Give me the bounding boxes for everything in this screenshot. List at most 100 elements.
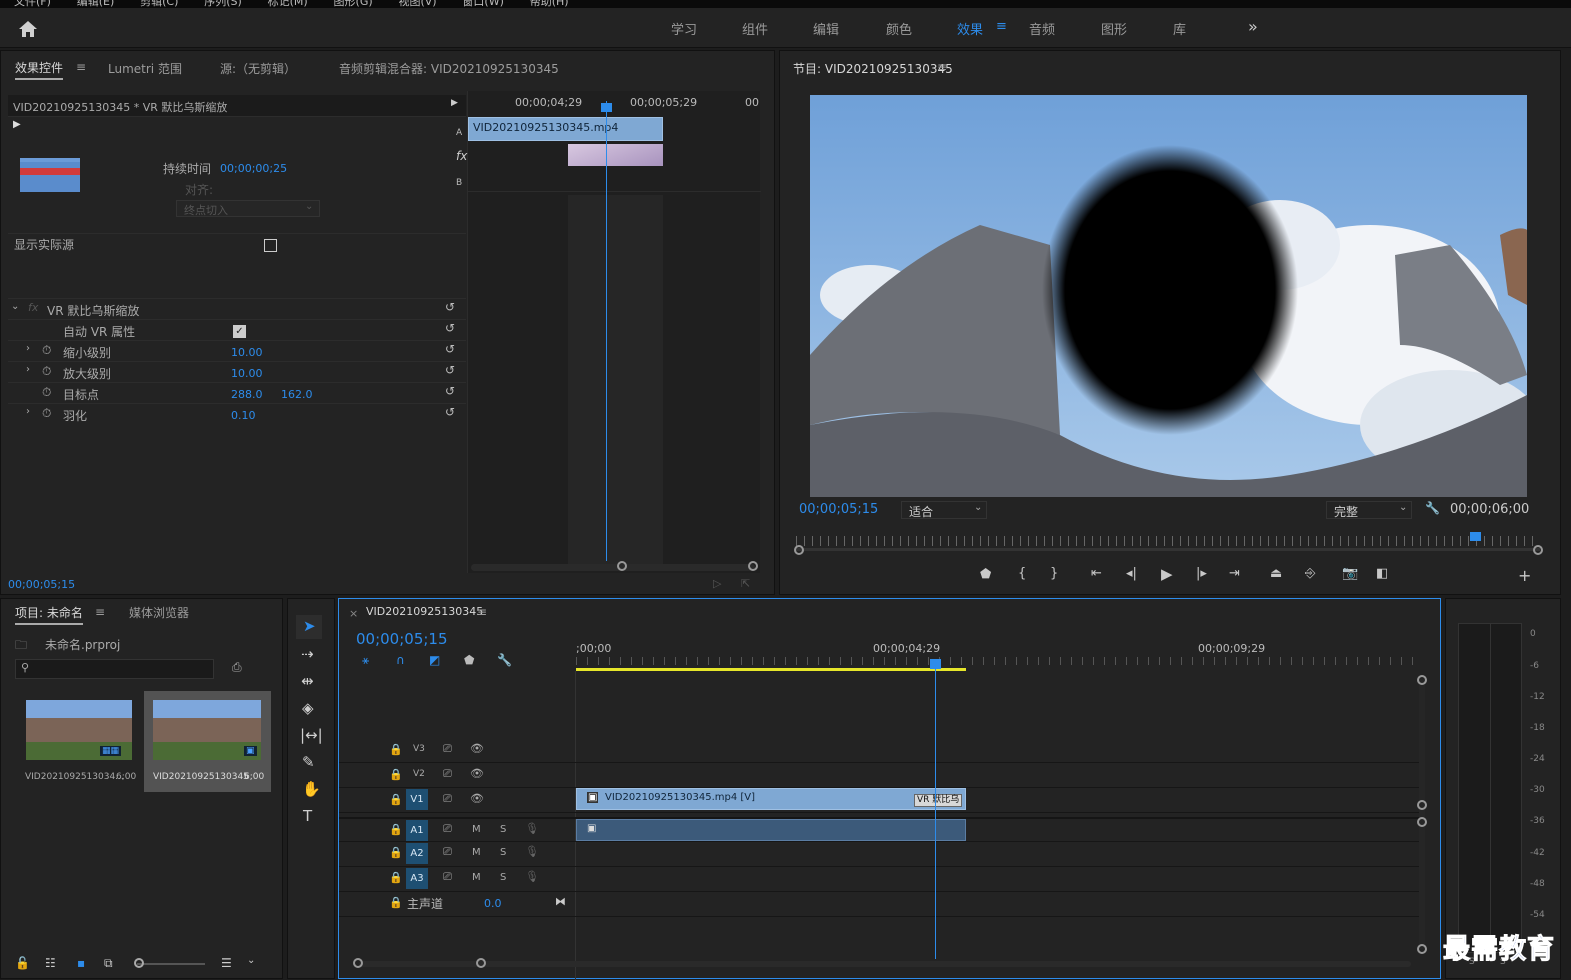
razor-tool-icon[interactable]: ◈: [302, 699, 314, 717]
lock-icon[interactable]: 🔒: [389, 871, 403, 884]
reset-icon[interactable]: ↺: [445, 405, 455, 419]
timeline-playhead-handle[interactable]: [930, 659, 941, 669]
go-to-out-icon[interactable]: ⇥: [1229, 566, 1240, 581]
menu-window[interactable]: 窗口(W): [462, 0, 503, 8]
timeline-playhead-line[interactable]: [935, 659, 936, 959]
tab-media-browser[interactable]: 媒体浏览器: [129, 604, 189, 621]
play-audio-icon[interactable]: ▷: [713, 577, 721, 590]
new-bin-icon[interactable]: ⎙: [232, 660, 242, 675]
track-select-tool-icon[interactable]: ⇢: [301, 645, 314, 663]
home-icon[interactable]: [18, 20, 38, 38]
expand-chevron-icon[interactable]: ›: [26, 343, 30, 354]
go-to-end-icon[interactable]: ⧓: [555, 895, 566, 908]
effect-controls-menu-icon[interactable]: ≡: [76, 60, 86, 74]
effect-badge[interactable]: VR 默比乌: [914, 794, 963, 807]
add-button-icon[interactable]: +: [1518, 566, 1531, 585]
track-target-a3[interactable]: A3: [406, 868, 428, 889]
play-icon[interactable]: ▶: [1161, 565, 1173, 583]
tab-audio-clip-mixer[interactable]: 音频剪辑混合器: VID20210925130345: [339, 60, 559, 77]
expand-chevron-icon[interactable]: ›: [26, 406, 30, 417]
tab-sequence[interactable]: VID20210925130345: [366, 605, 483, 618]
master-volume-value[interactable]: 0.0: [484, 897, 502, 910]
eye-icon[interactable]: 👁: [470, 792, 484, 805]
eye-icon[interactable]: 👁: [470, 767, 484, 780]
workspace-color[interactable]: 颜色: [886, 19, 912, 38]
v-scroll-handle[interactable]: [1417, 675, 1427, 685]
reset-icon[interactable]: ↺: [445, 342, 455, 356]
tab-source[interactable]: 源:（无剪辑）: [220, 60, 296, 77]
workspace-libraries[interactable]: 库: [1173, 19, 1186, 38]
menu-graphics[interactable]: 图形(G): [334, 0, 373, 8]
tab-project[interactable]: 项目: 未命名: [15, 604, 83, 625]
lock-icon[interactable]: 🔒: [389, 846, 403, 859]
mute-button[interactable]: M: [472, 872, 481, 883]
menu-sequence[interactable]: 序列(S): [204, 0, 242, 8]
workspace-effects[interactable]: 效果: [957, 19, 983, 38]
mute-button[interactable]: M: [472, 847, 481, 858]
add-marker-icon[interactable]: ⬟: [464, 653, 474, 667]
menu-markers[interactable]: 标记(M): [268, 0, 308, 8]
reset-icon[interactable]: ↺: [445, 384, 455, 398]
settings-wrench-icon[interactable]: 🔧: [497, 653, 512, 667]
program-timecode[interactable]: 00;00;05;15: [799, 502, 878, 517]
solo-button[interactable]: S: [500, 824, 506, 835]
lock-icon[interactable]: 🔒: [389, 793, 403, 806]
program-menu-icon[interactable]: ≡: [937, 60, 947, 74]
timeline-timecode[interactable]: 00;00;05;15: [356, 630, 448, 648]
lock-icon[interactable]: 🔒: [389, 768, 403, 781]
step-forward-icon[interactable]: |▸: [1196, 566, 1207, 581]
list-view-icon[interactable]: ☷: [45, 956, 56, 970]
timeline-ruler-ticks[interactable]: [576, 657, 1416, 665]
track-target-v1[interactable]: V1: [406, 789, 428, 810]
stopwatch-icon[interactable]: ⏱: [42, 406, 51, 421]
freeform-view-icon[interactable]: ⧉: [104, 956, 113, 971]
horizontal-scrollbar[interactable]: [359, 961, 1411, 967]
reset-icon[interactable]: ↺: [445, 363, 455, 377]
prop-value[interactable]: 10.00: [231, 346, 263, 359]
reset-icon[interactable]: ↺: [445, 321, 455, 335]
program-monitor-title[interactable]: 节目: VID20210925130345: [793, 60, 953, 77]
extract-icon[interactable]: ⎆: [1305, 566, 1315, 581]
lock-icon[interactable]: 🔒: [389, 823, 403, 836]
wrench-icon[interactable]: 🔧: [1425, 501, 1440, 515]
sync-lock-icon[interactable]: ⎚: [443, 822, 452, 836]
sync-lock-icon[interactable]: ⎚: [443, 870, 452, 884]
ripple-edit-tool-icon[interactable]: ⇹: [301, 672, 314, 690]
pen-tool-icon[interactable]: ✎: [302, 753, 315, 771]
workspace-audio[interactable]: 音频: [1029, 19, 1055, 38]
prop-value[interactable]: 0.10: [231, 409, 256, 422]
program-time-ruler[interactable]: [796, 536, 1540, 546]
program-zoom-handle-right[interactable]: [1533, 545, 1543, 555]
tab-lumetri-scopes[interactable]: Lumetri 范围: [108, 60, 182, 77]
h-scroll-handle-left[interactable]: [353, 958, 363, 968]
go-to-in-icon[interactable]: ⇤: [1091, 566, 1102, 581]
program-video-frame[interactable]: [810, 95, 1527, 497]
ec-transition-bar[interactable]: [568, 144, 663, 166]
fit-dropdown[interactable]: 适合 ⌄: [901, 501, 987, 519]
microphone-icon[interactable]: 🎙: [525, 870, 539, 883]
v-scroll-handle[interactable]: [1417, 800, 1427, 810]
ec-clip-bar[interactable]: VID20210925130345.mp4: [468, 117, 663, 141]
lock-icon[interactable]: 🔒: [389, 743, 403, 756]
sync-lock-icon[interactable]: ⎚: [443, 845, 452, 859]
ec-playhead-handle[interactable]: [601, 103, 612, 112]
menu-file[interactable]: 文件(F): [14, 0, 51, 8]
project-menu-icon[interactable]: ≡: [95, 605, 105, 619]
video-clip[interactable]: ▣ VID20210925130345.mp4 [V] VR 默比乌: [576, 788, 966, 810]
workspace-effects-menu-icon[interactable]: ≡: [996, 19, 1007, 34]
workspace-assembly[interactable]: 组件: [742, 19, 768, 38]
v-scroll-handle[interactable]: [1417, 944, 1427, 954]
duration-value[interactable]: 00;00;00;25: [220, 162, 287, 175]
selection-tool-icon[interactable]: ➤: [303, 617, 316, 635]
align-dropdown[interactable]: 终点切入 ⌄: [176, 200, 320, 217]
menu-clip[interactable]: 剪辑(C): [140, 0, 178, 8]
chevron-down-icon[interactable]: ⌄: [247, 955, 255, 966]
zoom-slider[interactable]: [137, 963, 205, 965]
prop-value-x[interactable]: 288.0: [231, 388, 263, 401]
track-target-a1[interactable]: A1: [406, 820, 428, 841]
linked-selection-icon[interactable]: ◩: [429, 653, 440, 667]
icon-view-icon[interactable]: ▪: [77, 956, 85, 970]
prop-value[interactable]: 10.00: [231, 367, 263, 380]
menu-edit[interactable]: 编辑(E): [77, 0, 115, 8]
v-scroll-handle[interactable]: [1417, 817, 1427, 827]
